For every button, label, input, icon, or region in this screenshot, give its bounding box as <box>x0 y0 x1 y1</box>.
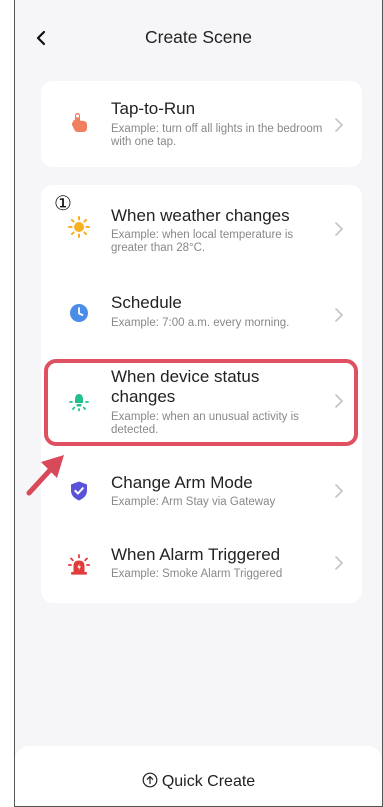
scene-option-subtitle: Example: turn off all lights in the bedr… <box>111 123 323 148</box>
header: Create Scene <box>15 0 382 76</box>
scene-option-subtitle: Example: when local temperature is great… <box>111 229 294 254</box>
scene-option-schedule[interactable]: Schedule Example: 7:00 a.m. every mornin… <box>41 271 362 353</box>
hand-tap-icon <box>71 113 87 132</box>
chevron-right-icon <box>335 308 343 322</box>
scene-option-alarm-triggered[interactable]: When Alarm Triggered Example: Smoke Alar… <box>41 527 362 603</box>
chevron-right-icon <box>335 222 343 236</box>
quick-create-label: Quick Create <box>161 773 256 790</box>
scene-option-title: When Alarm Triggered <box>111 545 281 564</box>
scene-option-arm-mode[interactable]: Change Arm Mode Example: Arm Stay via Ga… <box>41 445 362 527</box>
quick-create-button[interactable]: Quick Create <box>15 772 382 791</box>
scene-option-title: Tap-to-Run <box>111 99 196 118</box>
chevron-right-icon <box>335 484 343 498</box>
page-title: Create Scene <box>144 27 252 47</box>
scene-option-subtitle: Example: Smoke Alarm Triggered <box>111 568 283 580</box>
scene-option-subtitle: Example: Arm Stay via Gateway <box>111 496 276 508</box>
alarm-siren-icon <box>67 554 91 575</box>
manual-scene-card: Tap-to-Run Example: turn off all lights … <box>41 81 362 167</box>
shield-check-icon <box>71 481 87 501</box>
chevron-right-icon <box>335 118 343 132</box>
scene-option-title: Change Arm Mode <box>111 473 253 492</box>
chevron-right-icon <box>335 556 343 570</box>
step-number-annotation: ① <box>54 191 72 215</box>
highlight-box-annotation <box>44 359 358 446</box>
arrow-pointer-icon <box>26 455 64 496</box>
scene-option-tap-to-run[interactable]: Tap-to-Run Example: turn off all lights … <box>41 81 362 167</box>
scene-option-weather[interactable]: When weather changes Example: when local… <box>41 185 362 271</box>
scene-option-title: When weather changes <box>111 206 290 225</box>
circle-arrow-up-icon <box>142 772 158 788</box>
scene-option-title: Schedule <box>111 293 182 312</box>
bottom-bar: Quick Create <box>15 746 382 806</box>
sun-icon <box>68 216 90 238</box>
scene-option-subtitle: Example: 7:00 a.m. every morning. <box>111 317 290 329</box>
clock-icon <box>70 304 88 322</box>
